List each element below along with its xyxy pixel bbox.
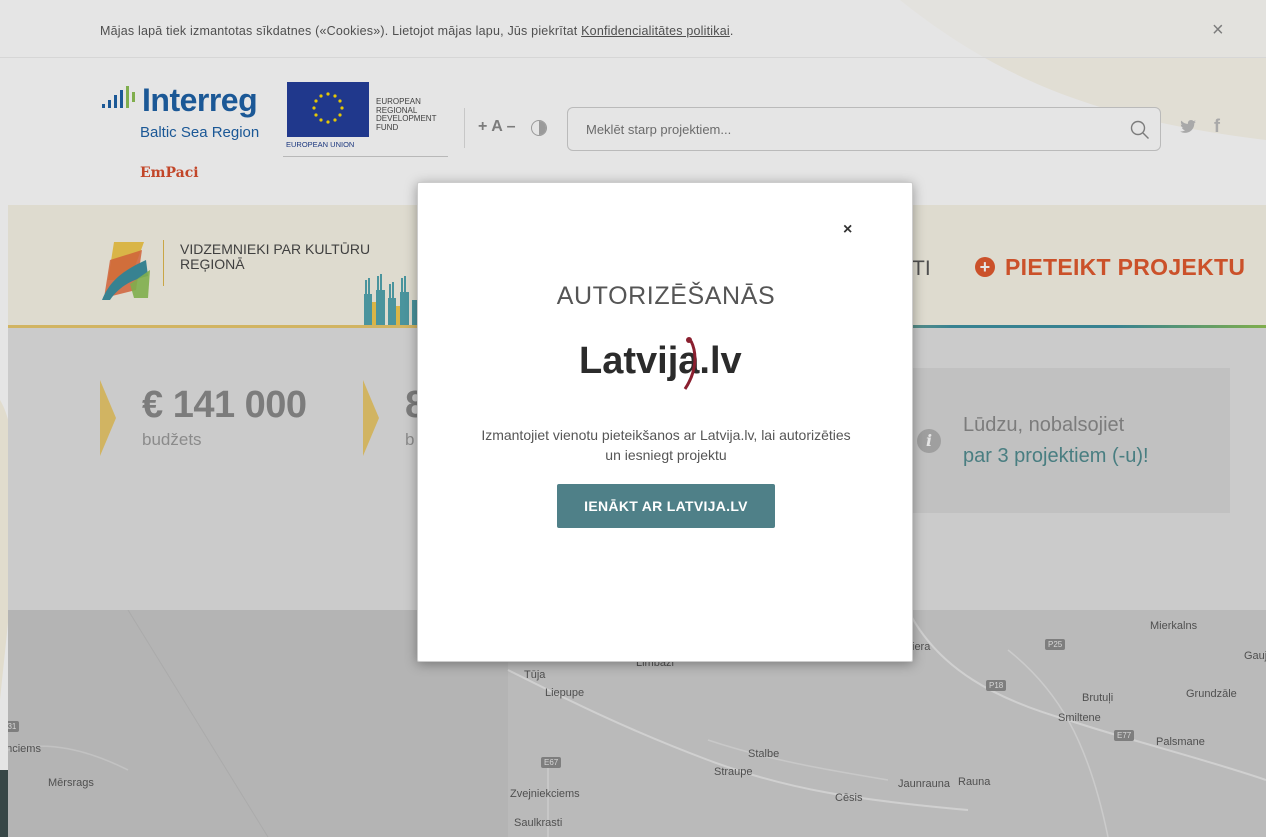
modal-description: Izmantojiet vienotu pieteikšanos ar Latv… — [481, 427, 851, 463]
modal-title: AUTORIZĒŠANĀS — [556, 282, 776, 310]
login-modal: × AUTORIZĒŠANĀS Latvija.lv Izmantojiet v… — [417, 182, 913, 662]
close-icon[interactable]: × — [843, 221, 852, 239]
latvija-logo-text: Latvija.lv — [579, 340, 742, 382]
login-latvija-button[interactable]: IENĀKT AR LATVIJA.LV — [557, 484, 775, 528]
latvija-lv-logo: Latvija.lv — [579, 337, 742, 390]
